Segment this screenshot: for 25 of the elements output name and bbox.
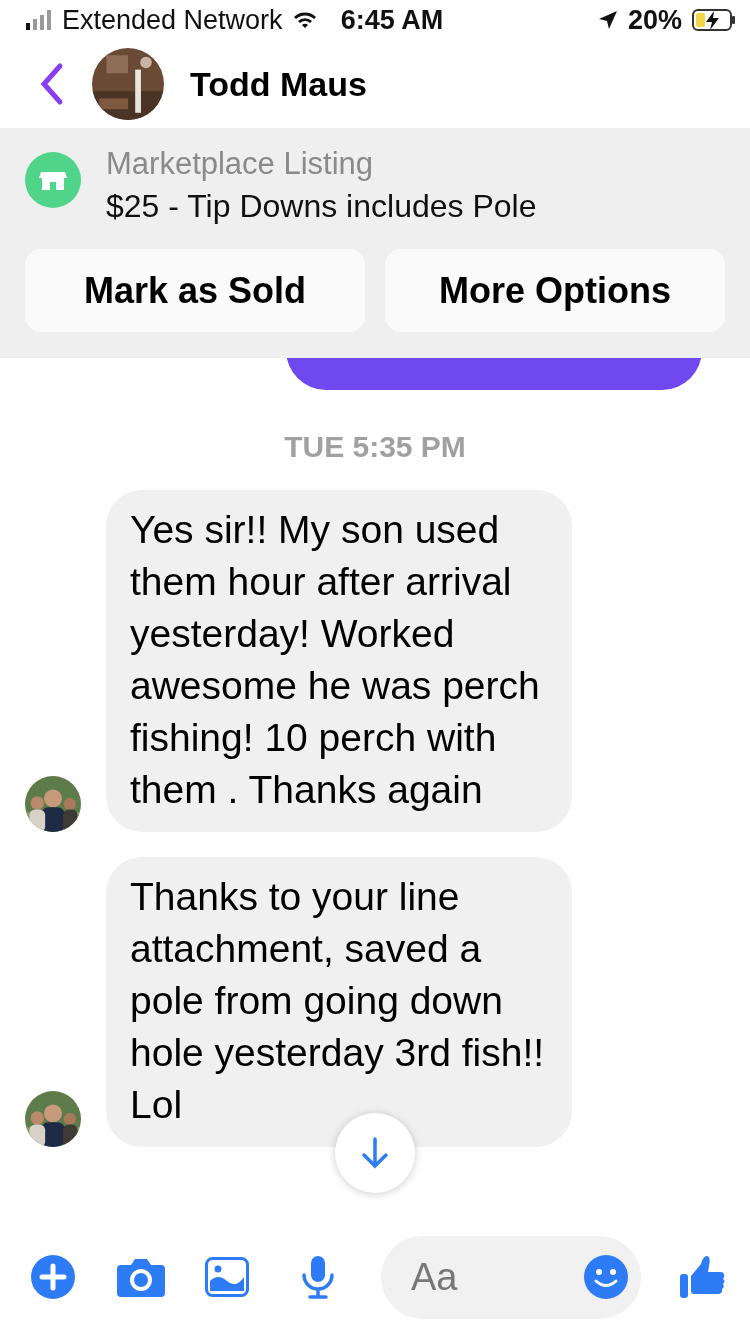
contact-name: Todd Maus	[190, 64, 367, 104]
clock-time: 6:45 AM	[340, 4, 444, 36]
storefront-icon	[25, 152, 81, 208]
camera-button[interactable]	[117, 1257, 165, 1297]
timestamp: TUE 5:35 PM	[284, 430, 466, 464]
mark-sold-button[interactable]: Mark as Sold	[25, 249, 365, 332]
like-button[interactable]	[679, 1254, 725, 1300]
arrow-down-icon	[360, 1136, 390, 1170]
emoji-icon[interactable]	[583, 1253, 629, 1300]
battery-percent: 20%	[627, 4, 682, 36]
listing-title: $25 - Tip Downs includes Pole	[106, 188, 537, 225]
microphone-button[interactable]	[301, 1255, 335, 1299]
message-input[interactable]: Aa	[381, 1235, 641, 1319]
more-options-button[interactable]: More Options	[385, 249, 725, 332]
message-bubble: Thanks to your line attachment, saved a pole from going down hole yesterday 3rd fish!! Lol	[106, 857, 572, 1147]
message-bubble: Yes sir!! My son used them hour after arrival yesterday! Worked awesome he was perch fishing! 10 perch with them . Thanks again	[106, 490, 572, 832]
scroll-down-button[interactable]	[335, 1113, 415, 1193]
add-button[interactable]	[31, 1255, 75, 1299]
battery-charging-icon	[692, 9, 736, 31]
signal-icon	[26, 10, 52, 30]
wifi-icon	[292, 11, 317, 29]
gallery-button[interactable]	[205, 1257, 249, 1297]
listing-label: Marketplace Listing	[106, 146, 375, 182]
location-icon	[597, 10, 618, 30]
carrier-name: Extended Network	[62, 4, 283, 36]
